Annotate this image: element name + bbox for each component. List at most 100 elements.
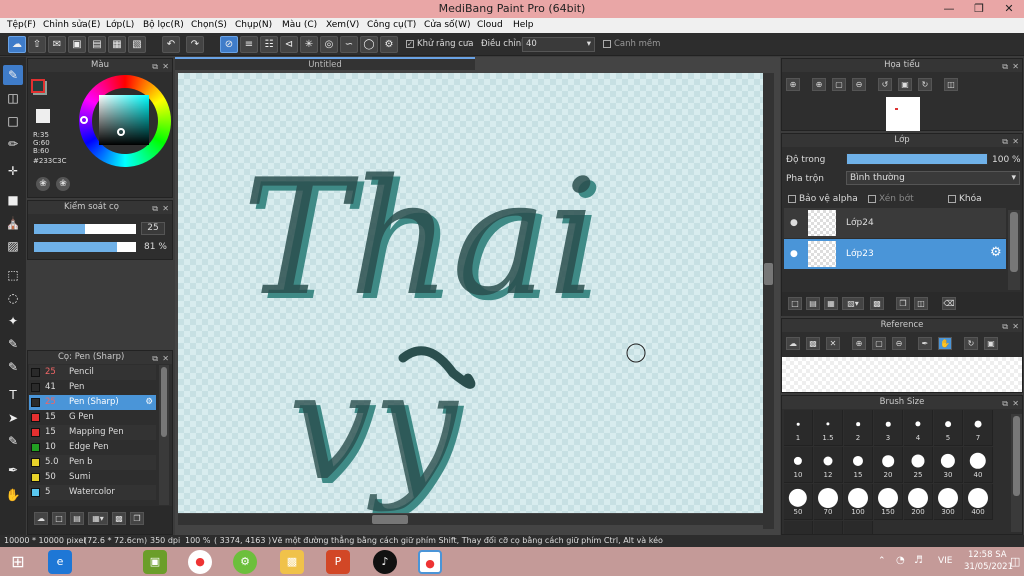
brush-add-icon[interactable]: ☁: [34, 512, 48, 525]
internet-explorer-icon[interactable]: e: [48, 550, 72, 574]
menu-layer[interactable]: Lớp(L): [106, 20, 134, 30]
brush-menu-icon[interactable]: ▦▾: [88, 512, 108, 525]
share-icon[interactable]: ⇧: [28, 36, 46, 53]
brush-size-cell[interactable]: 1.5: [814, 410, 843, 446]
powerpoint-icon[interactable]: P: [326, 550, 350, 574]
medibang-icon[interactable]: ●: [418, 550, 442, 574]
close-icon[interactable]: ✕: [1012, 397, 1019, 410]
brush-size-cell[interactable]: [814, 521, 843, 534]
brush-opacity-slider[interactable]: [34, 242, 136, 252]
edge-checkbox[interactable]: [603, 39, 611, 48]
cloud-icon[interactable]: ☁: [8, 36, 26, 53]
brush-size-cell[interactable]: 4: [904, 410, 933, 446]
menu-capture[interactable]: Chụp(N): [235, 20, 272, 30]
zoom-out-icon[interactable]: ⊖: [852, 78, 866, 91]
visibility-icon[interactable]: ●: [790, 249, 798, 259]
eyedropper-icon[interactable]: ✒: [918, 337, 932, 350]
parallel-snap-icon[interactable]: ≡: [240, 36, 258, 53]
document-icon[interactable]: ▤: [88, 36, 106, 53]
close-icon[interactable]: ✕: [1012, 60, 1019, 73]
edge-toggle[interactable]: Canh mềm: [603, 39, 660, 49]
brush-size-cell[interactable]: 25: [904, 447, 933, 483]
brush-new-icon[interactable]: □: [52, 512, 66, 525]
color-picker-cursor[interactable]: [117, 128, 125, 136]
brush-size-cell[interactable]: [844, 521, 873, 534]
undock-icon[interactable]: ⧉: [1002, 397, 1008, 410]
fill-rect-tool-icon[interactable]: ■: [3, 190, 23, 210]
magic-wand-tool-icon[interactable]: ✦: [3, 311, 23, 331]
adjust-select[interactable]: 40 ▾: [522, 37, 595, 52]
close-icon[interactable]: ✕: [1012, 135, 1019, 148]
curve-snap-icon[interactable]: ∽: [340, 36, 358, 53]
eraser-tool-icon[interactable]: ◫: [3, 88, 23, 108]
vanish-snap-icon[interactable]: ⊲: [280, 36, 298, 53]
close-icon[interactable]: ✕: [826, 337, 840, 350]
undock-icon[interactable]: ⧉: [1002, 135, 1008, 148]
select-pen-tool-icon[interactable]: ✎: [3, 334, 23, 354]
layers-scrollbar[interactable]: [1008, 210, 1020, 290]
gear-icon[interactable]: ⚙: [990, 245, 1002, 260]
brush-size-scroll-thumb[interactable]: [1013, 416, 1020, 496]
eyedropper-tool-icon[interactable]: ✒: [3, 460, 23, 480]
hand-tool-icon[interactable]: ✋: [3, 485, 23, 505]
text-tool-icon[interactable]: T: [3, 385, 23, 405]
visibility-icon[interactable]: ●: [790, 218, 798, 228]
clipping-checkbox[interactable]: [868, 194, 876, 203]
clock-time[interactable]: 12:58 SA: [968, 550, 1007, 560]
brush-size-cell[interactable]: 20: [874, 447, 903, 483]
chrome-icon[interactable]: ●: [188, 550, 212, 574]
save-icon[interactable]: ▣: [68, 36, 86, 53]
saturation-value-square[interactable]: [99, 95, 149, 145]
lock-checkbox[interactable]: [948, 194, 956, 203]
brush-folder-icon[interactable]: ▩: [112, 512, 126, 525]
dot-tool-icon[interactable]: □: [3, 111, 23, 131]
brush-item[interactable]: 5 Watercolor: [29, 485, 156, 500]
lock-toggle[interactable]: Khóa: [948, 194, 982, 204]
clipping-toggle[interactable]: Xén bớt: [868, 194, 914, 204]
new-8bit-layer-icon[interactable]: ▦: [824, 297, 838, 310]
brush-size-cell[interactable]: 10: [784, 447, 813, 483]
brush-size-slider[interactable]: [34, 224, 136, 234]
undock-icon[interactable]: ⧉: [1002, 320, 1008, 333]
bluestacks-icon[interactable]: ▣: [143, 550, 167, 574]
brush-tool-icon[interactable]: ✎: [3, 65, 23, 85]
layer-row-selected[interactable]: ● Lớp23 ⚙: [784, 239, 1006, 269]
menu-window[interactable]: Cửa số(W): [424, 20, 470, 30]
menu-select[interactable]: Chọn(S): [191, 20, 227, 30]
open-folder-icon[interactable]: ▩: [806, 337, 820, 350]
menu-help[interactable]: Help: [513, 20, 534, 30]
brush-size-field[interactable]: 25: [141, 222, 165, 235]
menu-view[interactable]: Xem(V): [326, 20, 359, 30]
filmstrip-icon[interactable]: ▧: [128, 36, 146, 53]
close-icon[interactable]: ✕: [162, 60, 169, 73]
rotate-icon[interactable]: ↻: [964, 337, 978, 350]
palette-add-icon[interactable]: ❀: [56, 177, 70, 191]
brush-size-cell[interactable]: 5: [934, 410, 963, 446]
protect-alpha-checkbox[interactable]: [788, 194, 796, 203]
horizontal-scrollbar[interactable]: [178, 514, 763, 525]
brush-size-cell[interactable]: 150: [874, 484, 903, 520]
gear-icon[interactable]: ⚙: [145, 395, 153, 410]
notification-icon[interactable]: ◫: [1010, 555, 1020, 568]
move-tool-icon[interactable]: ✛: [3, 161, 23, 181]
cloud-icon[interactable]: ☁: [786, 337, 800, 350]
undock-icon[interactable]: ⧉: [152, 202, 158, 215]
brush-size-cell[interactable]: 50: [784, 484, 813, 520]
brush-size-cell[interactable]: 12: [814, 447, 843, 483]
bucket-tool-icon[interactable]: ⛪: [3, 213, 23, 233]
palette-icon[interactable]: ❀: [36, 177, 50, 191]
brush-size-scrollbar[interactable]: [1011, 414, 1022, 532]
zoom-fit-icon[interactable]: ⊕: [786, 78, 800, 91]
canvas-tab[interactable]: Untitled: [175, 57, 475, 70]
menu-file[interactable]: Tệp(F): [7, 20, 36, 30]
hue-cursor[interactable]: [80, 116, 88, 124]
fit-window-icon[interactable]: ▣: [898, 78, 912, 91]
brush-duplicate-icon[interactable]: ❐: [130, 512, 144, 525]
windows-start-icon[interactable]: ⊞: [6, 550, 30, 574]
brush-item[interactable]: 5.0 Pen b: [29, 455, 156, 470]
brush-list-scrollbar[interactable]: [159, 365, 169, 505]
volume-icon[interactable]: ♬: [914, 555, 923, 566]
tiktok-icon[interactable]: ♪: [373, 550, 397, 574]
close-button[interactable]: ✕: [994, 0, 1024, 18]
app-icon[interactable]: ⚙: [233, 550, 257, 574]
